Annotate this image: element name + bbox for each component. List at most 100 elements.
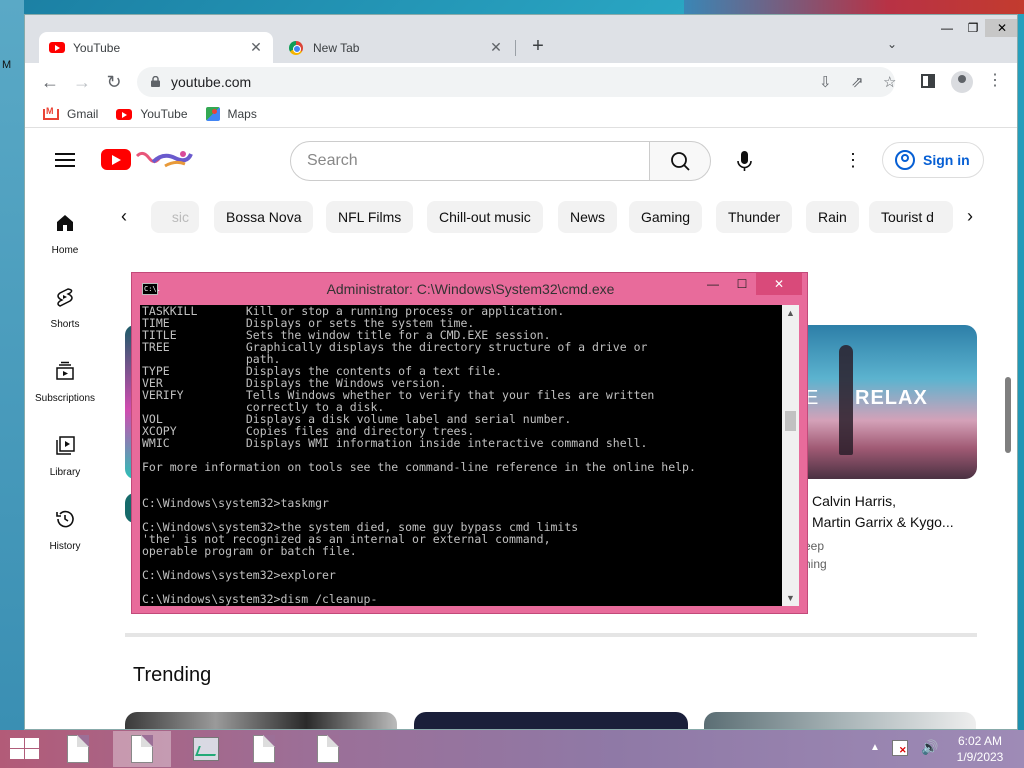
search-input[interactable] [307, 152, 627, 170]
youtube-doodle-logo[interactable] [135, 148, 195, 170]
account-icon [895, 150, 915, 170]
lock-icon[interactable] [151, 76, 160, 87]
back-button[interactable]: ← [39, 71, 61, 93]
profile-icon[interactable] [951, 71, 973, 93]
chips-previous-button[interactable]: ‹ [121, 206, 127, 227]
close-window-button[interactable]: ✕ [985, 19, 1017, 37]
bookmark-maps[interactable]: Maps [205, 107, 257, 121]
chip-rain[interactable]: Rain [806, 201, 859, 233]
youtube-icon [49, 42, 65, 53]
video-title-line: Calvin Harris, [812, 493, 897, 509]
youtube-logo[interactable] [101, 149, 131, 170]
scroll-down-arrow-icon[interactable]: ▼ [782, 590, 799, 606]
url-text[interactable]: youtube.com [171, 74, 251, 90]
windows-logo-icon [25, 749, 39, 759]
side-panel-icon[interactable] [921, 74, 935, 88]
tab-new-tab[interactable]: New Tab ✕ [279, 32, 513, 63]
console-line: C:\Windows\system32>dism /cleanup- [142, 592, 378, 606]
new-tab-button[interactable]: + [527, 35, 549, 58]
voice-search-button[interactable] [725, 141, 765, 181]
console-line: For more information on tools see the co… [142, 460, 696, 474]
guide-item-history[interactable]: History [25, 508, 105, 552]
chip-chill-out-music[interactable]: Chill-out music [427, 201, 543, 233]
cmd-maximize-button[interactable]: ☐ [728, 273, 756, 295]
shorts-icon [57, 288, 73, 307]
minimize-button[interactable]: — [933, 19, 961, 37]
sign-in-button[interactable]: Sign in [882, 142, 984, 178]
clock-time[interactable]: 6:02 AM [944, 734, 1016, 748]
chips-next-button[interactable]: › [967, 206, 973, 227]
guide-item-subscriptions[interactable]: Subscriptions [25, 360, 105, 404]
chip-tourist[interactable]: Tourist d [869, 201, 953, 233]
start-button[interactable] [8, 737, 40, 761]
trending-heading: Trending [133, 664, 212, 686]
close-tab-icon[interactable]: ✕ [489, 40, 503, 54]
bookmark-gmail[interactable]: Gmail [43, 106, 98, 121]
scrollbar-thumb[interactable] [785, 411, 796, 431]
clock-date[interactable]: 1/9/2023 [944, 750, 1016, 764]
scroll-up-arrow-icon[interactable]: ▲ [782, 305, 799, 321]
cmd-close-button[interactable]: ✕ [756, 273, 802, 295]
guide-item-home[interactable]: Home [25, 212, 105, 256]
guide-item-library[interactable]: Library [25, 434, 105, 478]
chip-bossa-nova[interactable]: Bossa Nova [214, 201, 314, 233]
chip-nfl-films[interactable]: NFL Films [326, 201, 414, 233]
console-line: WMIC Displays WMI information inside int… [142, 436, 648, 450]
share-icon[interactable]: ⇗ [851, 73, 864, 91]
video-title[interactable]: Calvin Harris, Martin Garrix & Kygo... [812, 491, 982, 533]
cmd-minimize-button[interactable]: — [698, 273, 728, 295]
document-icon [253, 735, 275, 763]
chip-thunder[interactable]: Thunder [716, 201, 793, 233]
hamburger-menu-icon[interactable] [55, 153, 75, 167]
video-title-line: Martin Garrix & Kygo... [812, 514, 954, 530]
youtube-header: ⋮ Sign in [25, 128, 1017, 196]
bookmark-star-icon[interactable]: ☆ [883, 73, 896, 91]
video-thumbnail[interactable] [125, 712, 397, 729]
guide-label: History [49, 541, 81, 552]
guide-item-shorts[interactable]: Shorts [25, 286, 105, 330]
close-tab-icon[interactable]: ✕ [249, 40, 263, 54]
browser-menu-icon[interactable]: ⋮ [985, 72, 1005, 90]
console-line: C:\Windows\system32>explorer [142, 568, 336, 582]
action-center-flag-icon[interactable] [892, 740, 908, 756]
desktop-icon-label[interactable]: M [2, 59, 11, 71]
taskbar-item-document[interactable] [299, 731, 357, 767]
cmd-title-bar[interactable]: C:\. Administrator: C:\Windows\System32\… [132, 273, 807, 305]
subscriptions-icon [56, 361, 74, 380]
guide-label: Subscriptions [34, 393, 96, 404]
video-thumbnail[interactable] [414, 712, 688, 729]
tab-youtube[interactable]: YouTube ✕ [39, 32, 273, 63]
page-scrollbar[interactable] [1005, 377, 1011, 453]
chip-news[interactable]: News [558, 201, 618, 233]
cmd-scrollbar[interactable]: ▲ ▼ [782, 305, 799, 606]
reload-button[interactable]: ↻ [103, 71, 125, 93]
video-thumbnail[interactable] [704, 712, 976, 729]
install-app-icon[interactable]: ⇩ [819, 73, 832, 91]
bookmark-label: YouTube [140, 107, 188, 121]
video-thumbnail[interactable]: E RELAX [795, 325, 977, 479]
bookmark-youtube[interactable]: YouTube [116, 107, 188, 121]
microphone-icon [737, 151, 752, 171]
browser-toolbar: ← → ↻ youtube.com ⇩ ⇗ ☆ ⋮ [25, 63, 1017, 101]
show-hidden-icons-button[interactable]: ▲ [870, 742, 880, 753]
volume-icon[interactable]: 🔊 [921, 739, 938, 756]
taskbar-item-document[interactable] [235, 731, 293, 767]
tab-title: YouTube [73, 40, 121, 55]
more-options-icon[interactable]: ⋮ [843, 151, 863, 169]
maximize-button[interactable]: ❐ [959, 19, 987, 37]
search-button[interactable] [649, 141, 711, 181]
thumbnail-figure [839, 345, 853, 455]
forward-button[interactable]: → [71, 71, 93, 93]
tab-strip: YouTube ✕ New Tab ✕ + ⌄ — ❐ ✕ [25, 15, 1017, 63]
cmd-console-output[interactable]: TASKKILL Kill or stop a running process … [140, 305, 782, 606]
guide-label: Shorts [50, 319, 80, 330]
taskbar-item-document[interactable] [49, 731, 107, 767]
taskbar-item-document[interactable] [113, 731, 171, 767]
document-icon [317, 735, 339, 763]
taskbar-item-task-manager[interactable] [177, 731, 235, 767]
tab-title: New Tab [313, 40, 360, 55]
chip-gaming[interactable]: Gaming [629, 201, 703, 233]
address-bar[interactable]: youtube.com ⇩ ⇗ ☆ [137, 67, 896, 97]
chip-music[interactable]: sic [151, 201, 199, 233]
tab-search-button[interactable]: ⌄ [887, 37, 897, 51]
